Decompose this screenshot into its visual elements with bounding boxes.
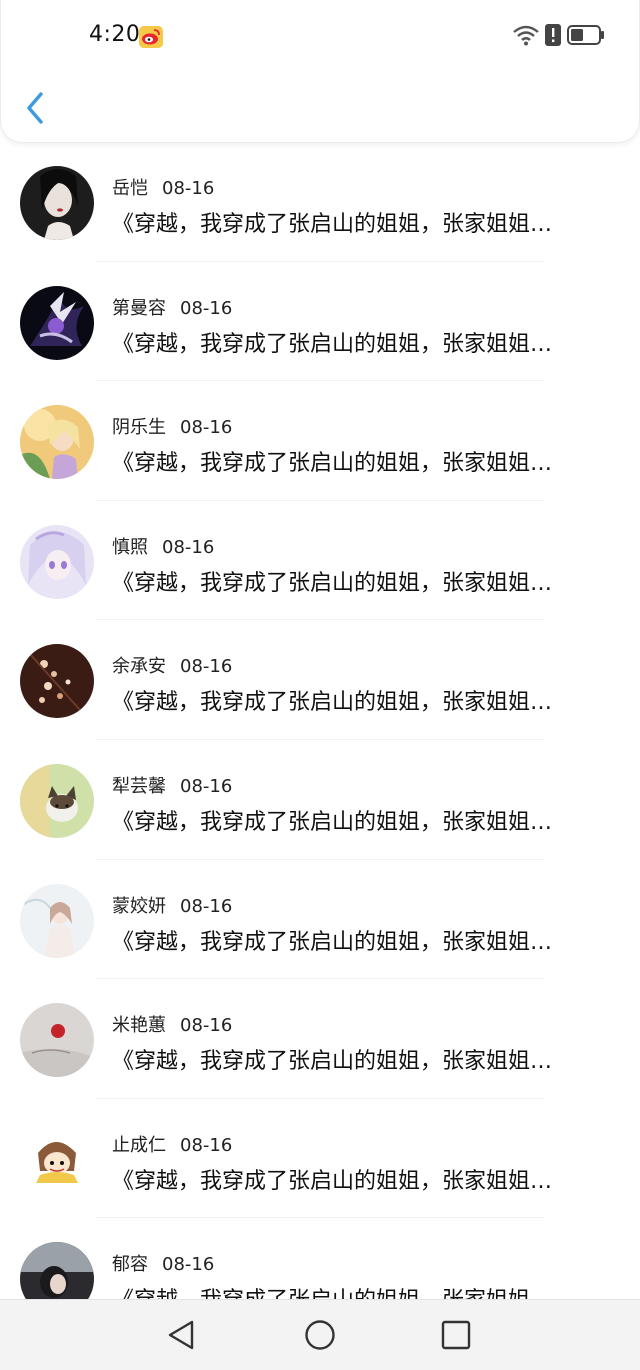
- avatar[interactable]: [20, 1242, 94, 1299]
- system-nav-bar: [0, 1299, 640, 1370]
- status-icons: [513, 24, 605, 50]
- comment-meta: 米艳蕙 08-16: [112, 1011, 232, 1037]
- username[interactable]: 慎照: [112, 537, 148, 558]
- avatar[interactable]: [20, 1122, 94, 1197]
- comment-date: 08-16: [180, 1015, 233, 1037]
- comment-date: 08-16: [180, 775, 233, 797]
- comment-meta: 郁容 08-16: [112, 1250, 214, 1276]
- avatar[interactable]: [20, 1003, 94, 1078]
- comment-list[interactable]: 岳恺 08-16 《穿越，我穿成了张启山的姐姐，张家姐姐… 第曼容 08-16 《穿…: [0, 142, 640, 1299]
- username[interactable]: 米艳蕙: [112, 1015, 166, 1036]
- comment-text[interactable]: 《穿越，我穿成了张启山的姐姐，张家姐姐…: [112, 924, 604, 956]
- list-item[interactable]: 止成仁 08-16 《穿越，我穿成了张启山的姐姐，张家姐姐…: [0, 1099, 640, 1219]
- username[interactable]: 第曼容: [112, 298, 166, 319]
- comment-text[interactable]: 《穿越，我穿成了张启山的姐姐，张家姐姐…: [112, 1163, 604, 1195]
- home-circle-icon[interactable]: [302, 1317, 338, 1353]
- comment-text[interactable]: 《穿越，我穿成了张启山的姐姐，张家姐姐…: [112, 565, 604, 597]
- comment-meta: 第曼容 08-16: [112, 294, 232, 320]
- list-item[interactable]: 第曼容 08-16 《穿越，我穿成了张启山的姐姐，张家姐姐…: [0, 262, 640, 382]
- list-item[interactable]: 郁容 08-16 《穿越，我穿成了张启山的姐姐，张家姐姐…: [0, 1218, 640, 1299]
- username[interactable]: 余承安: [112, 656, 166, 677]
- header: 4:20: [0, 0, 640, 143]
- avatar[interactable]: [20, 285, 94, 360]
- weibo-icon: [139, 26, 163, 48]
- username[interactable]: 郁容: [112, 1254, 148, 1275]
- username[interactable]: 阴乐生: [112, 417, 166, 438]
- chevron-left-icon[interactable]: [19, 86, 55, 130]
- comment-meta: 慎照 08-16: [112, 533, 214, 559]
- comment-date: 08-16: [180, 895, 233, 917]
- comment-date: 08-16: [180, 297, 233, 319]
- avatar[interactable]: [20, 883, 94, 958]
- comment-text[interactable]: 《穿越，我穿成了张启山的姐姐，张家姐姐…: [112, 206, 604, 238]
- comment-date: 08-16: [180, 417, 233, 439]
- comment-meta: 余承安 08-16: [112, 652, 232, 678]
- comment-meta: 犁芸馨 08-16: [112, 772, 232, 798]
- comment-text[interactable]: 《穿越，我穿成了张启山的姐姐，张家姐姐…: [112, 684, 604, 716]
- comment-date: 08-16: [162, 536, 215, 558]
- avatar[interactable]: [20, 763, 94, 838]
- avatar[interactable]: [20, 644, 94, 719]
- comment-date: 08-16: [180, 1134, 233, 1156]
- username[interactable]: 止成仁: [112, 1135, 166, 1156]
- alert-icon: [545, 24, 561, 50]
- list-item[interactable]: 犁芸馨 08-16 《穿越，我穿成了张启山的姐姐，张家姐姐…: [0, 740, 640, 860]
- comment-date: 08-16: [162, 178, 215, 199]
- comment-date: 08-16: [162, 1254, 215, 1276]
- list-item[interactable]: 阴乐生 08-16 《穿越，我穿成了张启山的姐姐，张家姐姐…: [0, 381, 640, 501]
- comment-text[interactable]: 《穿越，我穿成了张启山的姐姐，张家姐姐…: [112, 804, 604, 836]
- wifi-icon: [513, 24, 539, 50]
- username[interactable]: 犁芸馨: [112, 776, 166, 797]
- list-item[interactable]: 米艳蕙 08-16 《穿越，我穿成了张启山的姐姐，张家姐姐…: [0, 979, 640, 1099]
- list-item[interactable]: 余承安 08-16 《穿越，我穿成了张启山的姐姐，张家姐姐…: [0, 620, 640, 740]
- username[interactable]: 岳恺: [112, 178, 148, 199]
- avatar[interactable]: [20, 405, 94, 480]
- comment-meta: 岳恺 08-16: [112, 174, 214, 200]
- comment-meta: 蒙姣妍 08-16: [112, 892, 232, 918]
- list-item[interactable]: 蒙姣妍 08-16 《穿越，我穿成了张启山的姐姐，张家姐姐…: [0, 860, 640, 980]
- list-item[interactable]: 岳恺 08-16 《穿越，我穿成了张启山的姐姐，张家姐姐…: [0, 142, 640, 262]
- status-time: 4:20: [89, 22, 141, 47]
- recents-square-icon[interactable]: [438, 1317, 474, 1353]
- comment-date: 08-16: [180, 656, 233, 678]
- battery-icon: [567, 24, 605, 50]
- avatar[interactable]: [20, 524, 94, 599]
- comment-meta: 止成仁 08-16: [112, 1131, 232, 1157]
- comment-text[interactable]: 《穿越，我穿成了张启山的姐姐，张家姐姐…: [112, 326, 604, 358]
- username[interactable]: 蒙姣妍: [112, 896, 166, 917]
- comment-text[interactable]: 《穿越，我穿成了张启山的姐姐，张家姐姐…: [112, 445, 604, 477]
- comment-meta: 阴乐生 08-16: [112, 413, 232, 439]
- comment-text[interactable]: 《穿越，我穿成了张启山的姐姐，张家姐姐…: [112, 1282, 604, 1299]
- avatar[interactable]: [20, 166, 94, 240]
- comment-text[interactable]: 《穿越，我穿成了张启山的姐姐，张家姐姐…: [112, 1043, 604, 1075]
- list-item[interactable]: 慎照 08-16 《穿越，我穿成了张启山的姐姐，张家姐姐…: [0, 501, 640, 621]
- back-triangle-icon[interactable]: [164, 1317, 200, 1353]
